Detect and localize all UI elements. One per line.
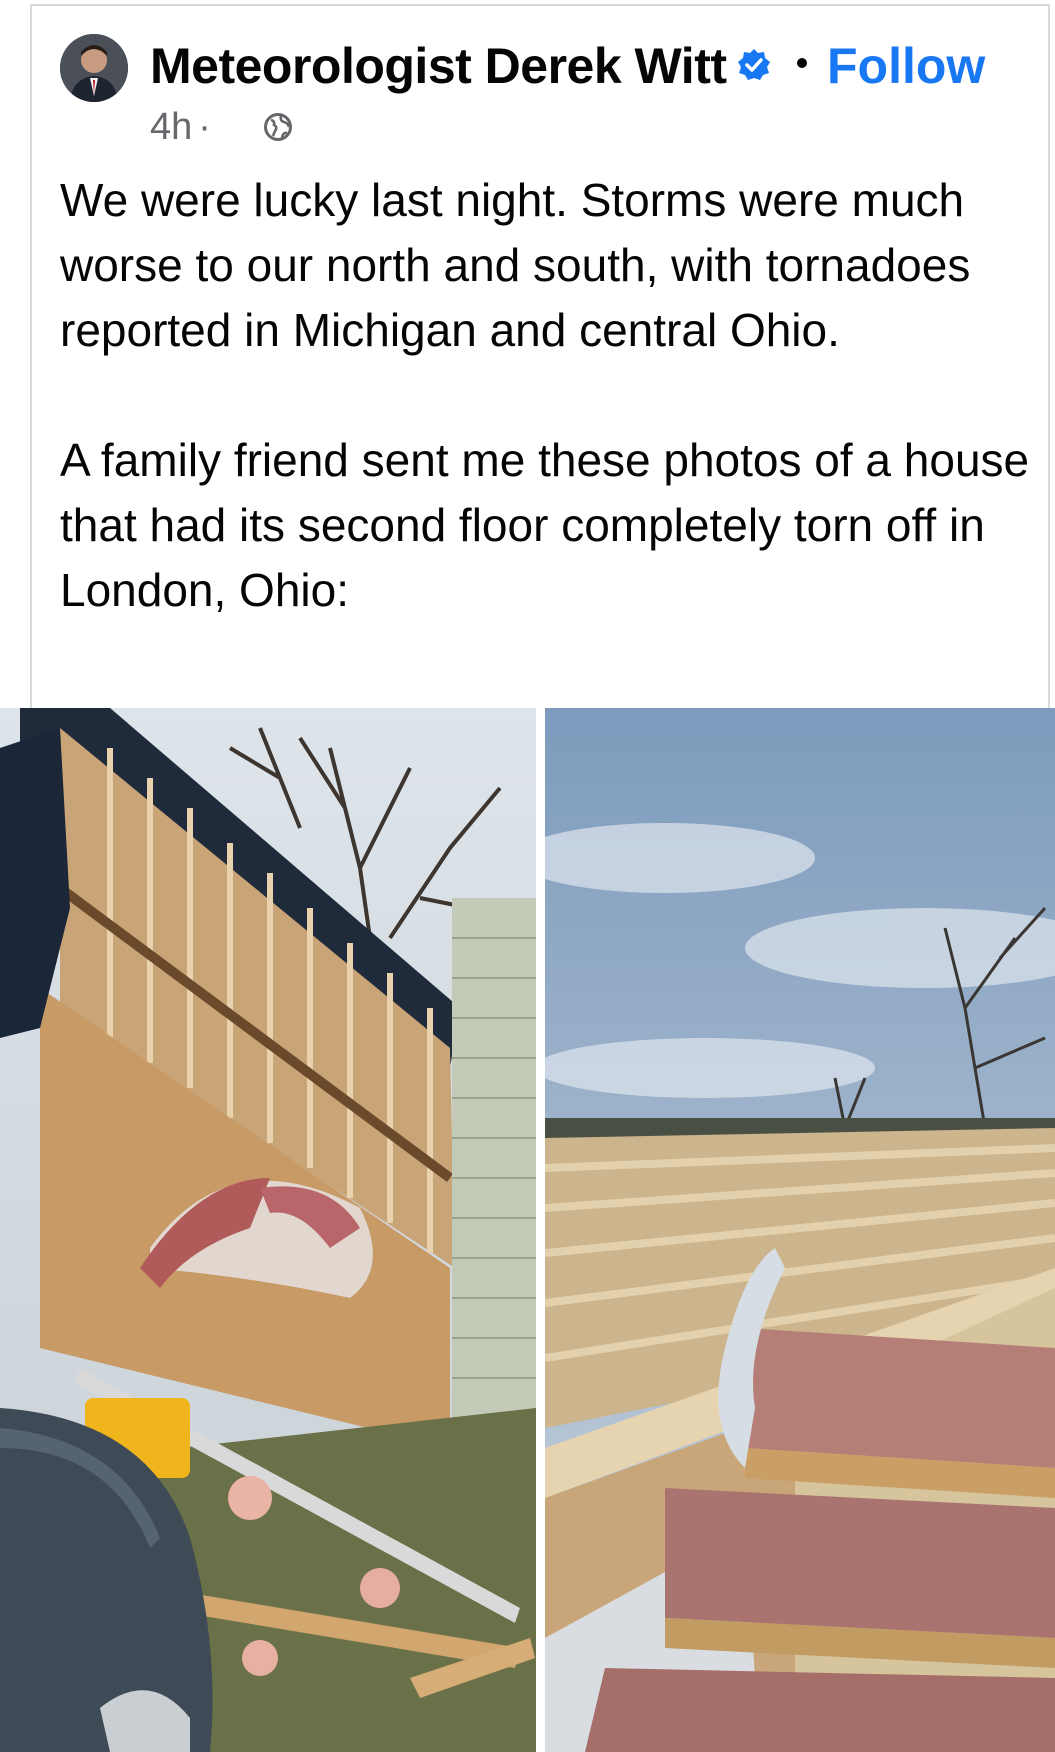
post-paragraph: We were lucky last night. Storms were mu… xyxy=(60,174,971,356)
meta-separator: · xyxy=(198,106,211,148)
timestamp[interactable]: 4h xyxy=(150,106,192,148)
photo-grid xyxy=(0,708,1055,1752)
globe-icon[interactable] xyxy=(263,112,293,142)
verified-badge-icon xyxy=(738,49,770,80)
follow-dot-separator xyxy=(797,58,807,68)
avatar[interactable] xyxy=(60,34,128,102)
post-meta: 4h · xyxy=(150,102,217,152)
post-body: We were lucky last night. Storms were mu… xyxy=(60,168,1030,623)
post-header: Meteorologist Derek Witt Follow 4h · xyxy=(60,34,1050,149)
damaged-house-wall-photo[interactable] xyxy=(0,708,536,1752)
torn-off-floor-stairs-photo[interactable] xyxy=(545,708,1055,1752)
follow-button[interactable]: Follow xyxy=(827,34,985,98)
author-name[interactable]: Meteorologist Derek Witt xyxy=(150,34,727,98)
post-paragraph: A family friend sent me these photos of … xyxy=(60,434,1030,616)
